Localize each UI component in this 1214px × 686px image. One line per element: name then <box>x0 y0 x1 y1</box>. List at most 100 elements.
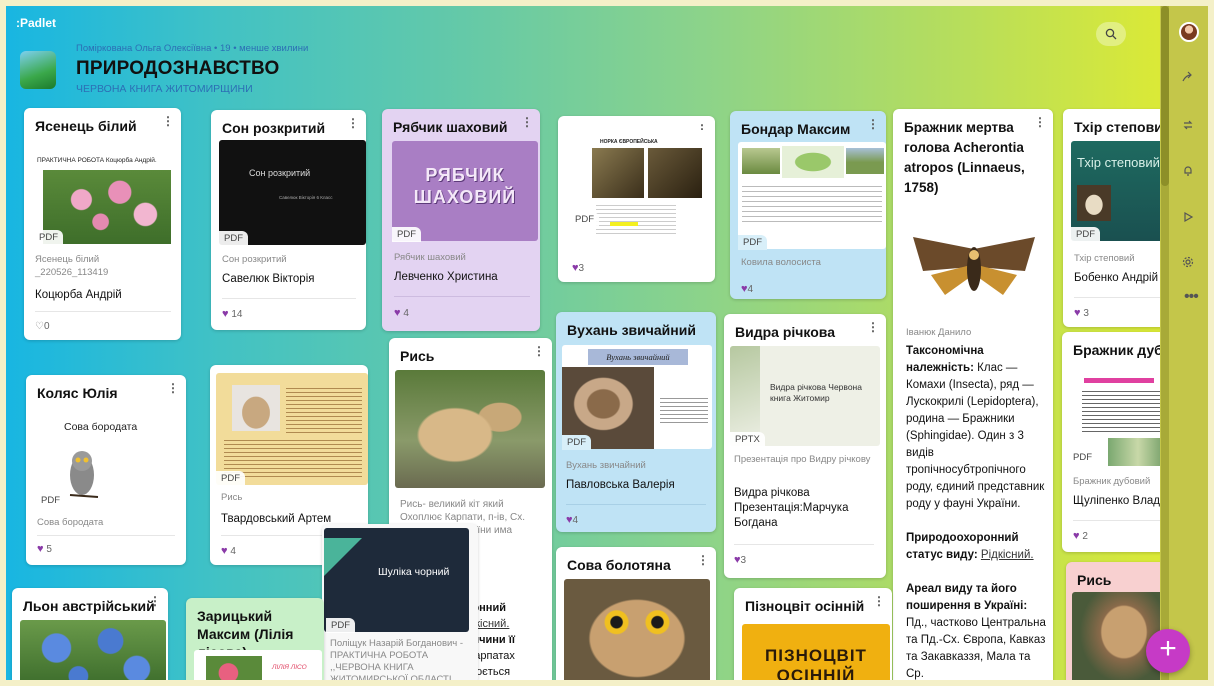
post-author: Бобенко Андрій <box>1074 272 1159 284</box>
post-card-kolyas[interactable]: Коляс Юлія ⋮ Сова бородата PDF Сова боро… <box>26 375 186 565</box>
pdf-preview[interactable] <box>738 142 886 249</box>
attachment-caption: Бражник дубовий <box>1073 476 1151 487</box>
like-button[interactable]: ♥4 <box>566 514 578 526</box>
post-menu-icon[interactable]: ⋮ <box>521 115 533 129</box>
grass-photo-2 <box>846 148 884 174</box>
user-avatar[interactable] <box>1179 22 1199 42</box>
owl-photo[interactable] <box>564 579 710 680</box>
like-button[interactable]: ♥ 5 <box>37 543 52 555</box>
post-card-norka[interactable]: ⋮ НОРКА ЄВРОПЕЙСЬКА PDF ♥3 <box>558 116 715 282</box>
scrollbar-thumb[interactable] <box>1161 6 1169 186</box>
like-button[interactable]: ♥ 14 <box>222 308 242 320</box>
divider <box>1074 297 1160 298</box>
post-card-piznotsvit[interactable]: Пізноцвіт осінній ⋮ ПІЗНОЦВІТ ОСІННІЙ <box>734 588 892 680</box>
like-button[interactable]: ♥4 <box>741 283 753 295</box>
post-title: Сова болотяна <box>567 557 671 573</box>
play-icon[interactable] <box>1178 207 1198 227</box>
bell-icon[interactable] <box>1178 161 1198 181</box>
taxonomy-text: Клас — Комахи (Insecta), ряд — Лускокрил… <box>906 362 1045 510</box>
pdf-preview[interactable]: ПІЗНОЦВІТ ОСІННІЙ <box>742 624 890 680</box>
search-icon <box>1105 28 1117 40</box>
like-count: 2 <box>1082 531 1088 542</box>
post-menu-icon[interactable]: ⋮ <box>873 594 885 608</box>
polecat-photo <box>1077 185 1111 221</box>
slide-title: Шуліка чорний <box>378 566 450 578</box>
grass-photo <box>742 148 780 174</box>
post-card-bondar[interactable]: Бондар Максим ⋮ PDF Ковила волосиста ♥4 <box>730 111 886 299</box>
post-card-vydra[interactable]: Видра річкова ⋮ Видра річкова Червона кн… <box>724 314 886 578</box>
post-menu-icon[interactable]: ⋮ <box>162 114 174 128</box>
mink-photo-2 <box>648 148 702 198</box>
status-link[interactable]: Рідкісний. <box>981 549 1034 561</box>
pdf-preview[interactable]: Сон розкритий Савелюк Вікторія 6 Класс <box>219 140 366 245</box>
post-menu-icon[interactable]: ⋮ <box>1034 115 1046 129</box>
highlight <box>610 222 638 226</box>
post-card-lon[interactable]: Льон австрійський ⋮ <box>12 588 168 680</box>
post-menu-icon[interactable]: ⋮ <box>867 320 879 334</box>
pdf-preview[interactable]: Тхір степовий <box>1071 141 1160 241</box>
like-button[interactable]: ♥ 3 <box>1074 307 1089 319</box>
file-type-badge: PDF <box>738 235 767 250</box>
post-title: Вухань звичайний <box>567 322 696 338</box>
post-title: Коляс Юлія <box>37 385 118 401</box>
remake-icon[interactable] <box>1178 115 1198 135</box>
post-menu-icon[interactable]: ⋮ <box>697 553 709 567</box>
pdf-preview[interactable]: ЛІЛІЯ ЛІСО <box>194 650 322 680</box>
post-card-rys-right[interactable]: Рись <box>1066 562 1160 680</box>
cover-title: Тхір степовий <box>1077 155 1160 170</box>
pdf-preview[interactable]: Вухань звичайний <box>562 345 712 449</box>
attachment-caption-line2: _220526_113419 <box>35 267 109 278</box>
post-card-ryabchyk[interactable]: Рябчик шаховий ⋮ РЯБЧИК ШАХОВИЙ PDF Рябч… <box>382 109 540 331</box>
post-body: Таксономічна належність: Клас — Комахи (… <box>906 343 1046 680</box>
post-menu-icon[interactable]: ⋮ <box>167 381 179 395</box>
divider <box>222 298 356 299</box>
more-options-icon[interactable]: ••• <box>1184 288 1199 306</box>
post-menu-icon[interactable]: ⋮ <box>533 344 545 358</box>
post-card-sova[interactable]: Сова болотяна ⋮ <box>556 547 716 680</box>
post-menu-icon[interactable]: ⋮ <box>867 117 879 131</box>
like-button[interactable]: ♡0 <box>35 321 50 332</box>
like-count: 5 <box>46 544 52 555</box>
padlet-logo[interactable]: :Padlet <box>16 16 56 30</box>
post-card-brazhnyk[interactable]: Бражник мертва голова Acherontia atropos… <box>893 109 1053 680</box>
settings-icon[interactable] <box>1178 252 1198 272</box>
lynx-photo[interactable] <box>1072 592 1160 680</box>
teal-accent <box>324 538 362 576</box>
like-count: 0 <box>43 321 50 332</box>
like-count: 3 <box>1083 308 1089 319</box>
post-menu-icon[interactable]: ⋮ <box>149 594 161 608</box>
like-button[interactable]: ♥ 4 <box>221 545 236 557</box>
post-card-shulika[interactable]: ⋮ Шуліка чорний PDF Поліщук Назарій Богд… <box>322 524 478 680</box>
like-button[interactable]: ♥3 <box>572 262 584 274</box>
lynx-photo[interactable] <box>395 370 545 488</box>
pdf-preview[interactable] <box>216 373 368 485</box>
post-title: Бражник дубовий <box>1073 342 1160 358</box>
post-menu-icon[interactable]: ⋮ <box>347 116 359 130</box>
heart-outline-icon: ♡ <box>35 321 44 332</box>
plus-icon: + <box>1159 632 1177 665</box>
cover-text: ЛІЛІЯ ЛІСО <box>272 664 307 671</box>
search-button[interactable] <box>1096 22 1126 46</box>
add-post-button[interactable]: + <box>1146 629 1190 673</box>
pdf-preview[interactable]: РЯБЧИК ШАХОВИЙ <box>392 141 538 241</box>
like-count: 4 <box>572 515 579 526</box>
pptx-preview[interactable]: Видра річкова Червона книга Житомир <box>730 346 880 446</box>
post-card-tkhir[interactable]: Тхір степовий Тхір степовий PDF Тхір сте… <box>1063 109 1160 327</box>
like-button[interactable]: ♥ 2 <box>1073 530 1088 542</box>
post-card-son[interactable]: Сон розкритий ⋮ Сон розкритий Савелюк Ві… <box>211 110 366 330</box>
post-card-vukhan[interactable]: Вухань звичайний Вухань звичайний PDF Ву… <box>556 312 716 532</box>
doc-lines <box>596 202 676 236</box>
post-card-brazhnyk-dub[interactable]: Бражник дубовий PDF Бражник дубовий Щулі… <box>1062 332 1160 552</box>
flax-photo[interactable] <box>20 620 166 680</box>
attachment-caption: Тхір степовий <box>1074 253 1135 264</box>
cover-text-line1: РЯБЧИК <box>425 165 505 185</box>
like-button[interactable]: ♥ 4 <box>394 307 409 319</box>
pdf-preview[interactable]: Шуліка чорний <box>324 528 469 632</box>
moth-image[interactable] <box>901 209 1047 319</box>
lynx-photo <box>232 385 280 431</box>
attachment-caption: Сова бородата <box>37 517 104 528</box>
share-icon[interactable] <box>1178 67 1198 87</box>
like-button[interactable]: ♥3 <box>734 554 746 566</box>
post-card-yasenets[interactable]: Ясенець білий ⋮ ПРАКТИЧНА РОБОТА Коцюрба… <box>24 108 181 340</box>
post-card-zaritskyi[interactable]: Зарицький Максим (Лілія лісова) ЛІЛІЯ ЛІ… <box>186 598 324 680</box>
